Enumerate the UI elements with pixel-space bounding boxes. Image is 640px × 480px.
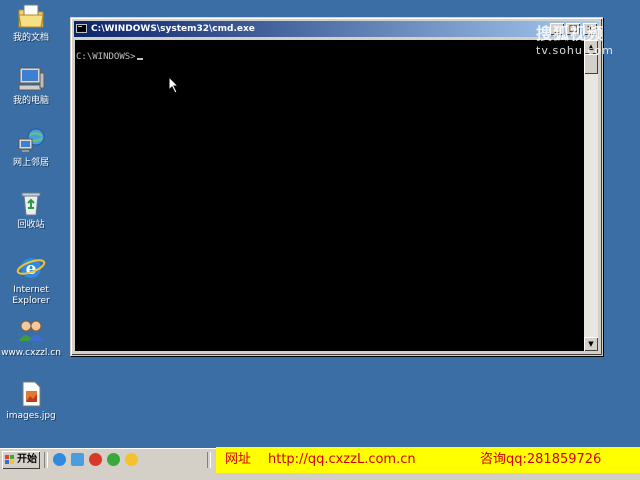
scroll-thumb[interactable]: [584, 54, 598, 74]
network-places-icon: [16, 127, 46, 155]
sohu-watermark-url: tv.sohu.com: [536, 44, 614, 57]
ad-banner: 网址 http://qq.cxzzL.com.cn 咨询qq:281859726: [216, 447, 640, 473]
mouse-pointer-icon: [168, 76, 180, 94]
my-documents-icon: [16, 2, 46, 30]
taskbar-separator: [207, 452, 211, 468]
desktop-icon-label: Internet: [13, 285, 49, 295]
windows-flag-icon: [5, 455, 15, 465]
scroll-down-button[interactable]: ▼: [584, 337, 598, 351]
sohu-watermark-brand: 搜狐视频: [536, 24, 605, 43]
console-prompt: C:\WINDOWS>: [76, 52, 136, 62]
console-area[interactable]: C:\WINDOWS>: [75, 40, 584, 351]
text-cursor: [136, 58, 143, 60]
banner-site-label: 网址: [225, 452, 252, 467]
desktop-icon-label: 回收站: [17, 220, 45, 230]
desktop-icon-network-places[interactable]: 网上邻居: [0, 127, 62, 169]
desktop-icon-my-documents[interactable]: 我的文档: [0, 2, 62, 44]
quicklaunch-explorer-icon[interactable]: [71, 453, 84, 466]
desktop-icon-label: 我的文档: [12, 33, 49, 43]
start-label: 开始: [17, 454, 37, 465]
console-icon: [76, 24, 87, 33]
users-icon: [16, 317, 46, 345]
quicklaunch-ie-icon[interactable]: [53, 453, 66, 466]
start-button[interactable]: 开始: [2, 451, 40, 469]
window-titlebar[interactable]: C:\WINDOWS\system32\cmd.exe _ □ ×: [74, 21, 599, 37]
quicklaunch-player-icon[interactable]: [89, 453, 102, 466]
desktop-icon-label: images.jpg: [6, 411, 56, 421]
desktop-icon-images-jpg[interactable]: images.jpg: [0, 380, 62, 422]
banner-site-url: http://qq.cxzzL.com.cn: [268, 452, 416, 467]
image-file-icon: [16, 380, 46, 408]
quicklaunch-app-icon[interactable]: [125, 453, 138, 466]
desktop-icon-internet-explorer[interactable]: e Internet Explorer: [0, 254, 62, 307]
desktop-icon-label: www.cxzzl.cn: [1, 348, 61, 358]
desktop-icon-cxzzl[interactable]: www.cxzzl.cn: [0, 317, 62, 359]
my-computer-icon: [16, 65, 46, 93]
cmd-window[interactable]: C:\WINDOWS\system32\cmd.exe _ □ × C:\WIN…: [70, 17, 603, 356]
desktop-icon-label: 我的电脑: [12, 96, 49, 106]
desktop-icon-label: 网上邻居: [12, 158, 49, 168]
recycle-bin-icon: [16, 189, 46, 217]
quicklaunch-messenger-icon[interactable]: [107, 453, 120, 466]
banner-contact: 咨询qq:281859726: [480, 452, 602, 467]
desktop-icon-recycle-bin[interactable]: 回收站: [0, 189, 62, 231]
vertical-scrollbar[interactable]: ▲ ▼: [584, 40, 598, 351]
taskbar-separator: [44, 452, 48, 468]
console-line: C:\WINDOWS>: [76, 52, 143, 62]
desktop-icon-my-computer[interactable]: 我的电脑: [0, 65, 62, 107]
desktop-icon-label-line2: Explorer: [12, 296, 50, 306]
internet-explorer-icon: e: [16, 254, 46, 282]
window-title: C:\WINDOWS\system32\cmd.exe: [91, 24, 255, 34]
